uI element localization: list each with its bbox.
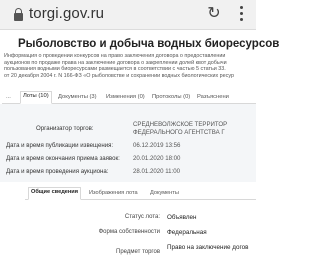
ownership-value: Федеральная bbox=[167, 229, 207, 236]
page-title: Рыболовство и добыча водных биоресурсов bbox=[18, 38, 280, 50]
tab-clarifications[interactable]: Разъяснени bbox=[195, 93, 231, 104]
organizer-value-line2: ФЕДЕРАЛЬНОГО АГЕНТСТВА Г bbox=[133, 129, 225, 136]
subject-value: Право на заключение догов bbox=[167, 244, 249, 251]
tab-protocols[interactable]: Протоколы (0) bbox=[150, 93, 192, 104]
lock-icon bbox=[14, 8, 23, 21]
tab-lot-images[interactable]: Изображения лота bbox=[87, 189, 140, 200]
status-label: Статус лота: bbox=[124, 214, 160, 220]
lot-tabs: Общие сведения Изображения лота Документ… bbox=[25, 187, 256, 200]
description-line: аукционов по продаже права на заключение… bbox=[4, 59, 227, 66]
description-line: от 20 декабря 2004 г. N 166-ФЗ «О рыболо… bbox=[4, 72, 235, 79]
published-value: 06.12.2019 13:56 bbox=[133, 142, 181, 149]
auction-info-panel: Организатор торгов: СРЕДНЕВОЛЖСКОЕ ТЕРРИ… bbox=[0, 104, 256, 182]
organizer-value-line1: СРЕДНЕВОЛЖСКОЕ ТЕРРИТОР bbox=[133, 121, 228, 128]
status-value: Объявлен bbox=[167, 214, 197, 221]
lot-details: Статус лота: Объявлен Форма собственност… bbox=[0, 200, 256, 256]
auction-date-value: 28.01.2020 11:00 bbox=[133, 168, 180, 175]
deadline-label: Дата и время окончания приема заявок: bbox=[6, 155, 120, 162]
tab-lot-documents[interactable]: Документы bbox=[148, 189, 181, 200]
deadline-value: 20.01.2020 18:00 bbox=[133, 155, 181, 162]
browser-address-bar[interactable]: torgi.gov.ru ↻ bbox=[0, 0, 256, 30]
tab-changes[interactable]: Изменения (0) bbox=[104, 93, 147, 104]
published-label: Дата и время публикации извещения: bbox=[6, 142, 114, 149]
organizer-label: Организатор торгов: bbox=[36, 125, 94, 132]
reload-icon[interactable]: ↻ bbox=[205, 5, 223, 23]
auction-date-label: Дата и время проведения аукциона: bbox=[6, 168, 109, 175]
tab-general-info[interactable]: Общие сведения bbox=[28, 187, 81, 200]
page-description: Информация о проведении конкурсов на пра… bbox=[0, 53, 256, 79]
kebab-menu-icon[interactable] bbox=[240, 6, 244, 22]
tab-documents[interactable]: Документы (3) bbox=[56, 93, 99, 104]
subject-label: Предмет торгов bbox=[116, 249, 160, 255]
tab-more[interactable]: ... bbox=[4, 93, 13, 104]
main-tabs: ... Лоты (10) Документы (3) Изменения (0… bbox=[2, 90, 256, 104]
description-line: Информация о проведении конкурсов на пра… bbox=[4, 53, 226, 59]
ownership-label: Форма собственности bbox=[98, 229, 160, 235]
description-line: пользования водными биоресурсами размеща… bbox=[4, 66, 226, 73]
tab-lots[interactable]: Лоты (10) bbox=[20, 91, 52, 104]
url-text[interactable]: torgi.gov.ru bbox=[29, 5, 104, 22]
